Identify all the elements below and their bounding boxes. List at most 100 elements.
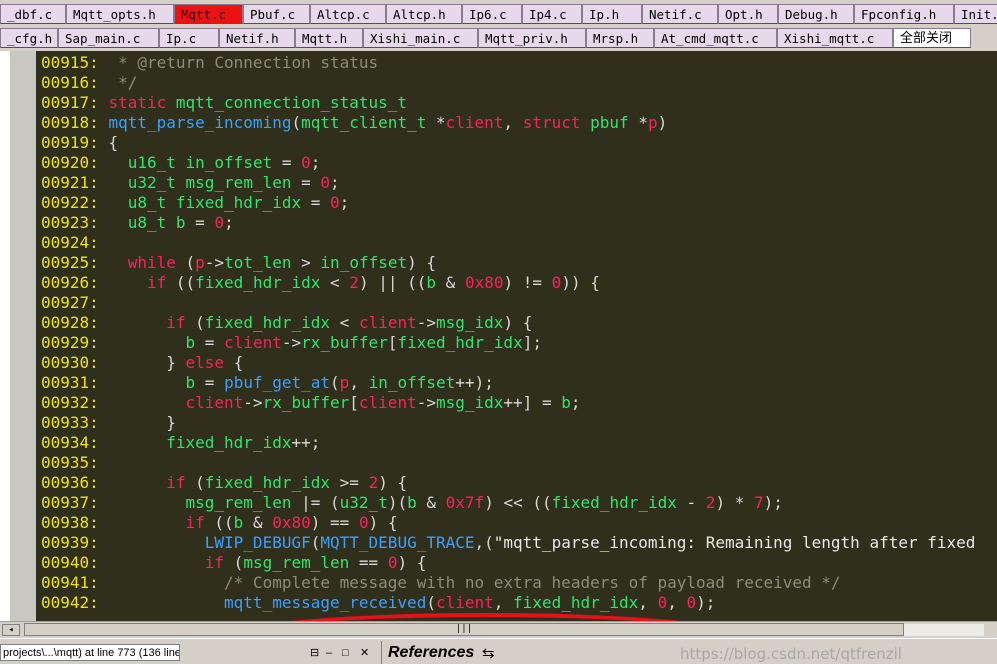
references-icon[interactable]: ⇆ xyxy=(482,644,495,662)
code-line[interactable]: 00925: while (p->tot_len > in_offset) { xyxy=(41,253,436,273)
tab-opt-h[interactable]: Opt.h xyxy=(718,4,778,24)
code-text: u8_t fixed_hdr_idx = 0; xyxy=(127,193,350,212)
close-icon[interactable]: ✕ xyxy=(360,647,369,659)
line-number: 00926: xyxy=(41,273,99,292)
code-text: if (msg_rem_len == 0) { xyxy=(204,553,427,572)
tab-ip-h[interactable]: Ip.h xyxy=(582,4,642,24)
code-line[interactable]: 00924: xyxy=(41,233,108,253)
tab-pbuf-c[interactable]: Pbuf.c xyxy=(243,4,310,24)
scroll-left-arrow-icon[interactable]: ◂ xyxy=(2,624,20,636)
tab-fpconfig-h[interactable]: Fpconfig.h xyxy=(854,4,954,24)
tab-xishi-main-c[interactable]: Xishi_main.c xyxy=(363,28,478,48)
tab-mqtt-c[interactable]: Mqtt.c xyxy=(174,4,243,24)
code-text: * @return Connection status xyxy=(108,53,379,72)
code-text: u16_t in_offset = 0; xyxy=(127,153,321,172)
code-line[interactable]: 00922: u8_t fixed_hdr_idx = 0; xyxy=(41,193,349,213)
code-area[interactable]: 00915: * @return Connection status 00916:… xyxy=(36,51,997,621)
code-text: b = pbuf_get_at(p, in_offset++); xyxy=(185,373,494,392)
code-line[interactable]: 00927: xyxy=(41,293,108,313)
code-text: */ xyxy=(108,73,138,92)
tab-mrsp-h[interactable]: Mrsp.h xyxy=(586,28,654,48)
code-line[interactable]: 00933: } xyxy=(41,413,176,433)
tab-netif-h[interactable]: Netif.h xyxy=(219,28,295,48)
tab-xishi-mqtt-c[interactable]: Xishi_mqtt.c xyxy=(777,28,893,48)
code-text: while (p->tot_len > in_offset) { xyxy=(127,253,437,272)
code-editor[interactable]: 00915: * @return Connection status 00916:… xyxy=(0,51,997,621)
close-all-button[interactable]: 全部关闭 xyxy=(893,28,971,48)
code-text: b = client->rx_buffer[fixed_hdr_idx]; xyxy=(185,333,542,352)
tab-sap-main-c[interactable]: Sap_main.c xyxy=(58,28,159,48)
code-line[interactable]: 00937: msg_rem_len |= (u32_t)(b & 0x7f) … xyxy=(41,493,783,513)
status-file-path: projects\...\mqtt) at line 773 (136 line… xyxy=(0,644,180,661)
tab-cfg-h[interactable]: _cfg.h xyxy=(0,28,58,48)
tab-mqtt-h[interactable]: Mqtt.h xyxy=(295,28,363,48)
code-line[interactable]: 00932: client->rx_buffer[client->msg_idx… xyxy=(41,393,581,413)
code-line[interactable]: 00935: xyxy=(41,453,108,473)
code-text: fixed_hdr_idx++; xyxy=(166,433,321,452)
code-text: /* Complete message with no extra header… xyxy=(108,573,841,592)
watermark: https://blog.csdn.net/qtfrenzil xyxy=(680,645,902,663)
code-line[interactable]: 00929: b = client->rx_buffer[fixed_hdr_i… xyxy=(41,333,542,353)
horizontal-scrollbar[interactable]: ◂ ||| xyxy=(0,621,997,638)
code-line[interactable]: 00941: /* Complete message with no extra… xyxy=(41,573,841,593)
code-line[interactable]: 00936: if (fixed_hdr_idx >= 2) { xyxy=(41,473,407,493)
code-text: u8_t b = 0; xyxy=(127,213,234,232)
scroll-thumb[interactable]: ||| xyxy=(24,623,904,636)
code-line[interactable]: 00917: static mqtt_connection_status_t xyxy=(41,93,407,113)
restore-icon[interactable]: ⊟ xyxy=(310,647,319,659)
line-number: 00923: xyxy=(41,213,99,232)
code-line[interactable]: 00942: mqtt_message_received(client, fix… xyxy=(41,593,715,613)
code-line[interactable]: 00918: mqtt_parse_incoming(mqtt_client_t… xyxy=(41,113,667,133)
code-line[interactable]: 00939: LWIP_DEBUGF(MQTT_DEBUG_TRACE,("mq… xyxy=(41,533,975,553)
line-number: 00941: xyxy=(41,573,99,592)
tab-at-cmd-mqtt-c[interactable]: At_cmd_mqtt.c xyxy=(654,28,777,48)
code-line[interactable]: 00931: b = pbuf_get_at(p, in_offset++); xyxy=(41,373,494,393)
code-line[interactable]: 00915: * @return Connection status xyxy=(41,53,378,73)
line-number: 00916: xyxy=(41,73,99,92)
tab-altcp-c[interactable]: Altcp.c xyxy=(310,4,386,24)
tab-init[interactable]: Init. xyxy=(954,4,997,24)
tab-netif-c[interactable]: Netif.c xyxy=(642,4,718,24)
line-number: 00928: xyxy=(41,313,99,332)
tab-dbf-c[interactable]: _dbf.c xyxy=(0,4,66,24)
code-line[interactable]: 00926: if ((fixed_hdr_idx < 2) || ((b & … xyxy=(41,273,600,293)
line-number: 00924: xyxy=(41,233,99,252)
code-line[interactable]: 00930: } else { xyxy=(41,353,243,373)
code-text: msg_rem_len |= (u32_t)(b & 0x7f) << ((fi… xyxy=(185,493,783,512)
code-line[interactable]: 00938: if ((b & 0x80) == 0) { xyxy=(41,513,398,533)
line-number: 00918: xyxy=(41,113,99,132)
tab-altcp-h[interactable]: Altcp.h xyxy=(386,4,462,24)
code-line[interactable]: 00920: u16_t in_offset = 0; xyxy=(41,153,320,173)
tab-debug-h[interactable]: Debug.h xyxy=(778,4,854,24)
code-line[interactable]: 00934: fixed_hdr_idx++; xyxy=(41,433,320,453)
minimize-icon[interactable]: – xyxy=(326,647,332,659)
tab-mqtt-opts-h[interactable]: Mqtt_opts.h xyxy=(66,4,174,24)
line-number: 00925: xyxy=(41,253,99,272)
line-number: 00919: xyxy=(41,133,99,152)
code-text: static mqtt_connection_status_t xyxy=(108,93,408,112)
code-line[interactable]: 00919: { xyxy=(41,133,118,153)
line-number: 00934: xyxy=(41,433,99,452)
maximize-icon[interactable]: □ xyxy=(342,647,349,659)
line-number: 00933: xyxy=(41,413,99,432)
code-line[interactable]: 00923: u8_t b = 0; xyxy=(41,213,234,233)
editor-symbol-strip xyxy=(10,51,36,621)
code-text: mqtt_message_received(client, fixed_hdr_… xyxy=(224,593,716,612)
code-line[interactable]: 00940: if (msg_rem_len == 0) { xyxy=(41,553,426,573)
tab-ip4-c[interactable]: Ip4.c xyxy=(522,4,582,24)
code-line[interactable]: 00921: u32_t msg_rem_len = 0; xyxy=(41,173,340,193)
references-title: References xyxy=(388,644,475,661)
code-text: LWIP_DEBUGF(MQTT_DEBUG_TRACE,("mqtt_pars… xyxy=(204,533,976,552)
code-text: client->rx_buffer[client->msg_idx++] = b… xyxy=(185,393,581,412)
tab-ip6-c[interactable]: Ip6.c xyxy=(462,4,522,24)
line-number: 00927: xyxy=(41,293,99,312)
line-number: 00939: xyxy=(41,533,99,552)
code-text: { xyxy=(108,133,119,152)
line-number: 00915: xyxy=(41,53,99,72)
code-line[interactable]: 00928: if (fixed_hdr_idx < client->msg_i… xyxy=(41,313,532,333)
line-number: 00938: xyxy=(41,513,99,532)
tab-mqtt-priv-h[interactable]: Mqtt_priv.h xyxy=(478,28,586,48)
code-line[interactable]: 00916: */ xyxy=(41,73,137,93)
tab-ip-c[interactable]: Ip.c xyxy=(159,28,219,48)
